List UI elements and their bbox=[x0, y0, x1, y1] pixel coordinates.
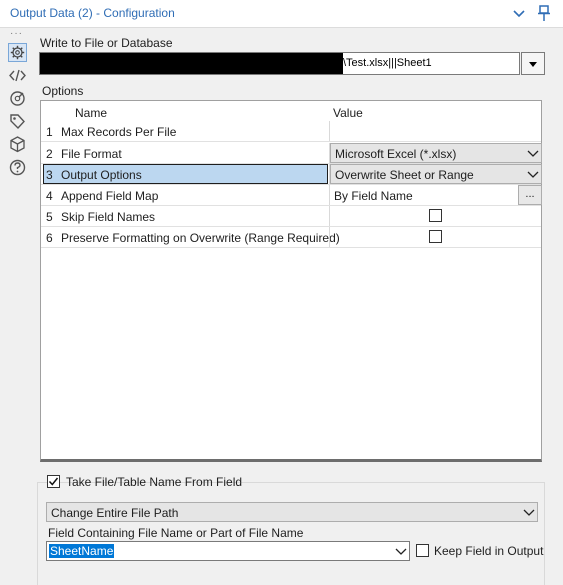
row-name-cell: Output Options bbox=[43, 164, 328, 184]
table-row[interactable]: 2 File Format Microsoft Excel (*.xlsx) bbox=[41, 143, 542, 164]
field-containing-label: Field Containing File Name or Part of Fi… bbox=[48, 526, 304, 540]
row-name: File Format bbox=[61, 147, 122, 161]
title-bar: Output Data (2) - Configuration bbox=[0, 0, 563, 28]
sidebar: ··· bbox=[0, 28, 34, 585]
row-number: 3 bbox=[46, 168, 53, 182]
row-value bbox=[329, 206, 541, 226]
chevron-down-icon bbox=[523, 509, 535, 516]
chevron-down-icon[interactable] bbox=[511, 6, 527, 22]
triangle-down-icon bbox=[529, 62, 537, 67]
file-format-select[interactable]: Microsoft Excel (*.xlsx) bbox=[330, 143, 542, 163]
row-number: 4 bbox=[46, 189, 53, 203]
chevron-down-icon bbox=[395, 548, 407, 555]
overflow-icon: ··· bbox=[10, 28, 23, 39]
row-value: Overwrite Sheet or Range bbox=[329, 164, 542, 184]
table-row[interactable]: 5 Skip Field Names bbox=[41, 206, 541, 227]
skip-field-names-checkbox[interactable] bbox=[429, 209, 442, 222]
options-label: Options bbox=[42, 84, 84, 98]
row-name: Preserve Formatting on Overwrite (Range … bbox=[61, 231, 340, 245]
write-to-label: Write to File or Database bbox=[40, 36, 173, 50]
field-select[interactable]: SheetName bbox=[46, 541, 410, 561]
table-row[interactable]: 6 Preserve Formatting on Overwrite (Rang… bbox=[41, 227, 541, 248]
row-number: 6 bbox=[46, 231, 53, 245]
row-name: Skip Field Names bbox=[61, 210, 156, 224]
append-field-map-value: By Field Name bbox=[334, 189, 413, 203]
take-from-field-label: Take File/Table Name From Field bbox=[66, 475, 243, 489]
take-from-field-checkbox[interactable] bbox=[47, 475, 60, 488]
keep-field-label: Keep Field in Output bbox=[434, 544, 544, 558]
cube-icon[interactable] bbox=[8, 135, 27, 154]
preserve-formatting-checkbox[interactable] bbox=[429, 230, 442, 243]
table-row[interactable]: 1 Max Records Per File bbox=[41, 121, 541, 142]
options-grid: Name Value 1 Max Records Per File 2 File… bbox=[40, 100, 542, 462]
pin-icon[interactable] bbox=[536, 4, 552, 22]
output-options-select[interactable]: Overwrite Sheet or Range bbox=[330, 164, 542, 184]
row-value: Microsoft Excel (*.xlsx) bbox=[329, 143, 542, 163]
chevron-down-icon bbox=[527, 150, 539, 157]
field-select-value: SheetName bbox=[49, 544, 115, 558]
gear-icon[interactable] bbox=[8, 43, 27, 62]
check-icon bbox=[48, 477, 59, 486]
keep-field-checkbox[interactable] bbox=[416, 544, 429, 557]
tag-icon[interactable] bbox=[8, 112, 27, 131]
row-number: 5 bbox=[46, 210, 53, 224]
row-name: Output Options bbox=[61, 168, 142, 182]
path-dropdown-button[interactable] bbox=[521, 52, 545, 75]
row-name: Max Records Per File bbox=[61, 125, 177, 139]
output-options-value: Overwrite Sheet or Range bbox=[335, 168, 474, 182]
help-icon[interactable] bbox=[8, 158, 27, 177]
row-value: By Field Name ... bbox=[329, 185, 542, 205]
path-value: \Test.xlsx|||Sheet1 bbox=[343, 57, 432, 69]
append-field-map-button[interactable]: ... bbox=[518, 185, 542, 205]
table-row[interactable]: 4 Append Field Map By Field Name ... bbox=[41, 185, 542, 206]
window-title: Output Data (2) - Configuration bbox=[10, 6, 175, 20]
row-name: Append Field Map bbox=[61, 189, 159, 203]
file-path-mode-value: Change Entire File Path bbox=[51, 506, 179, 520]
chevron-down-icon bbox=[527, 171, 539, 178]
file-format-value: Microsoft Excel (*.xlsx) bbox=[335, 147, 457, 161]
file-path-mode-select[interactable]: Change Entire File Path bbox=[46, 502, 538, 522]
redacted-path bbox=[40, 53, 343, 74]
row-number: 1 bbox=[46, 125, 53, 139]
code-icon[interactable] bbox=[8, 66, 27, 85]
path-input[interactable]: \Test.xlsx|||Sheet1 bbox=[39, 52, 520, 75]
table-row-selected[interactable]: 3 Output Options Overwrite Sheet or Rang… bbox=[41, 164, 542, 185]
row-value bbox=[329, 227, 541, 247]
row-value[interactable] bbox=[329, 121, 541, 141]
row-number: 2 bbox=[46, 147, 53, 161]
connection-icon[interactable] bbox=[8, 89, 27, 108]
